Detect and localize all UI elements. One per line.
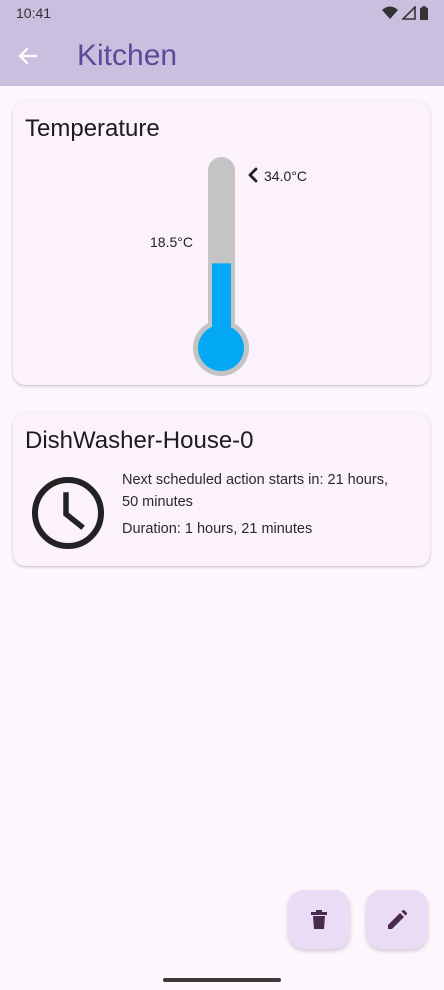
app-bar: Kitchen bbox=[0, 26, 444, 86]
clock-icon bbox=[32, 477, 104, 549]
current-temperature-label: 18.5°C bbox=[150, 234, 193, 250]
dishwasher-card-title: DishWasher-House-0 bbox=[25, 427, 254, 454]
trash-icon bbox=[311, 909, 327, 929]
thermometer-bulb bbox=[198, 325, 244, 371]
max-marker-chevron-icon bbox=[248, 167, 258, 183]
max-temperature-label: 34.0°C bbox=[264, 168, 307, 184]
battery-icon bbox=[420, 6, 428, 20]
next-action-text: Next scheduled action starts in: 21 hour… bbox=[122, 472, 388, 488]
delete-button[interactable] bbox=[288, 890, 350, 949]
next-action-text-cont: 50 minutes bbox=[122, 494, 193, 510]
pencil-icon bbox=[388, 909, 407, 929]
duration-text: Duration: 1 hours, 21 minutes bbox=[122, 521, 313, 537]
signal-icon bbox=[402, 6, 416, 20]
dishwasher-card[interactable]: DishWasher-House-0 Next scheduled action… bbox=[13, 413, 430, 566]
wifi-icon bbox=[382, 6, 398, 19]
navigation-handle[interactable] bbox=[163, 978, 281, 982]
thermometer-gauge bbox=[193, 157, 258, 376]
edit-button[interactable] bbox=[366, 890, 428, 949]
status-icons bbox=[382, 6, 428, 20]
back-button[interactable] bbox=[0, 26, 56, 86]
arrow-back-icon bbox=[18, 47, 38, 65]
status-time: 10:41 bbox=[16, 5, 52, 21]
temperature-card[interactable]: Temperature 18.5°C 34.0°C bbox=[13, 101, 430, 385]
page-title: Kitchen bbox=[77, 39, 178, 72]
status-bar: 10:41 bbox=[0, 0, 444, 26]
